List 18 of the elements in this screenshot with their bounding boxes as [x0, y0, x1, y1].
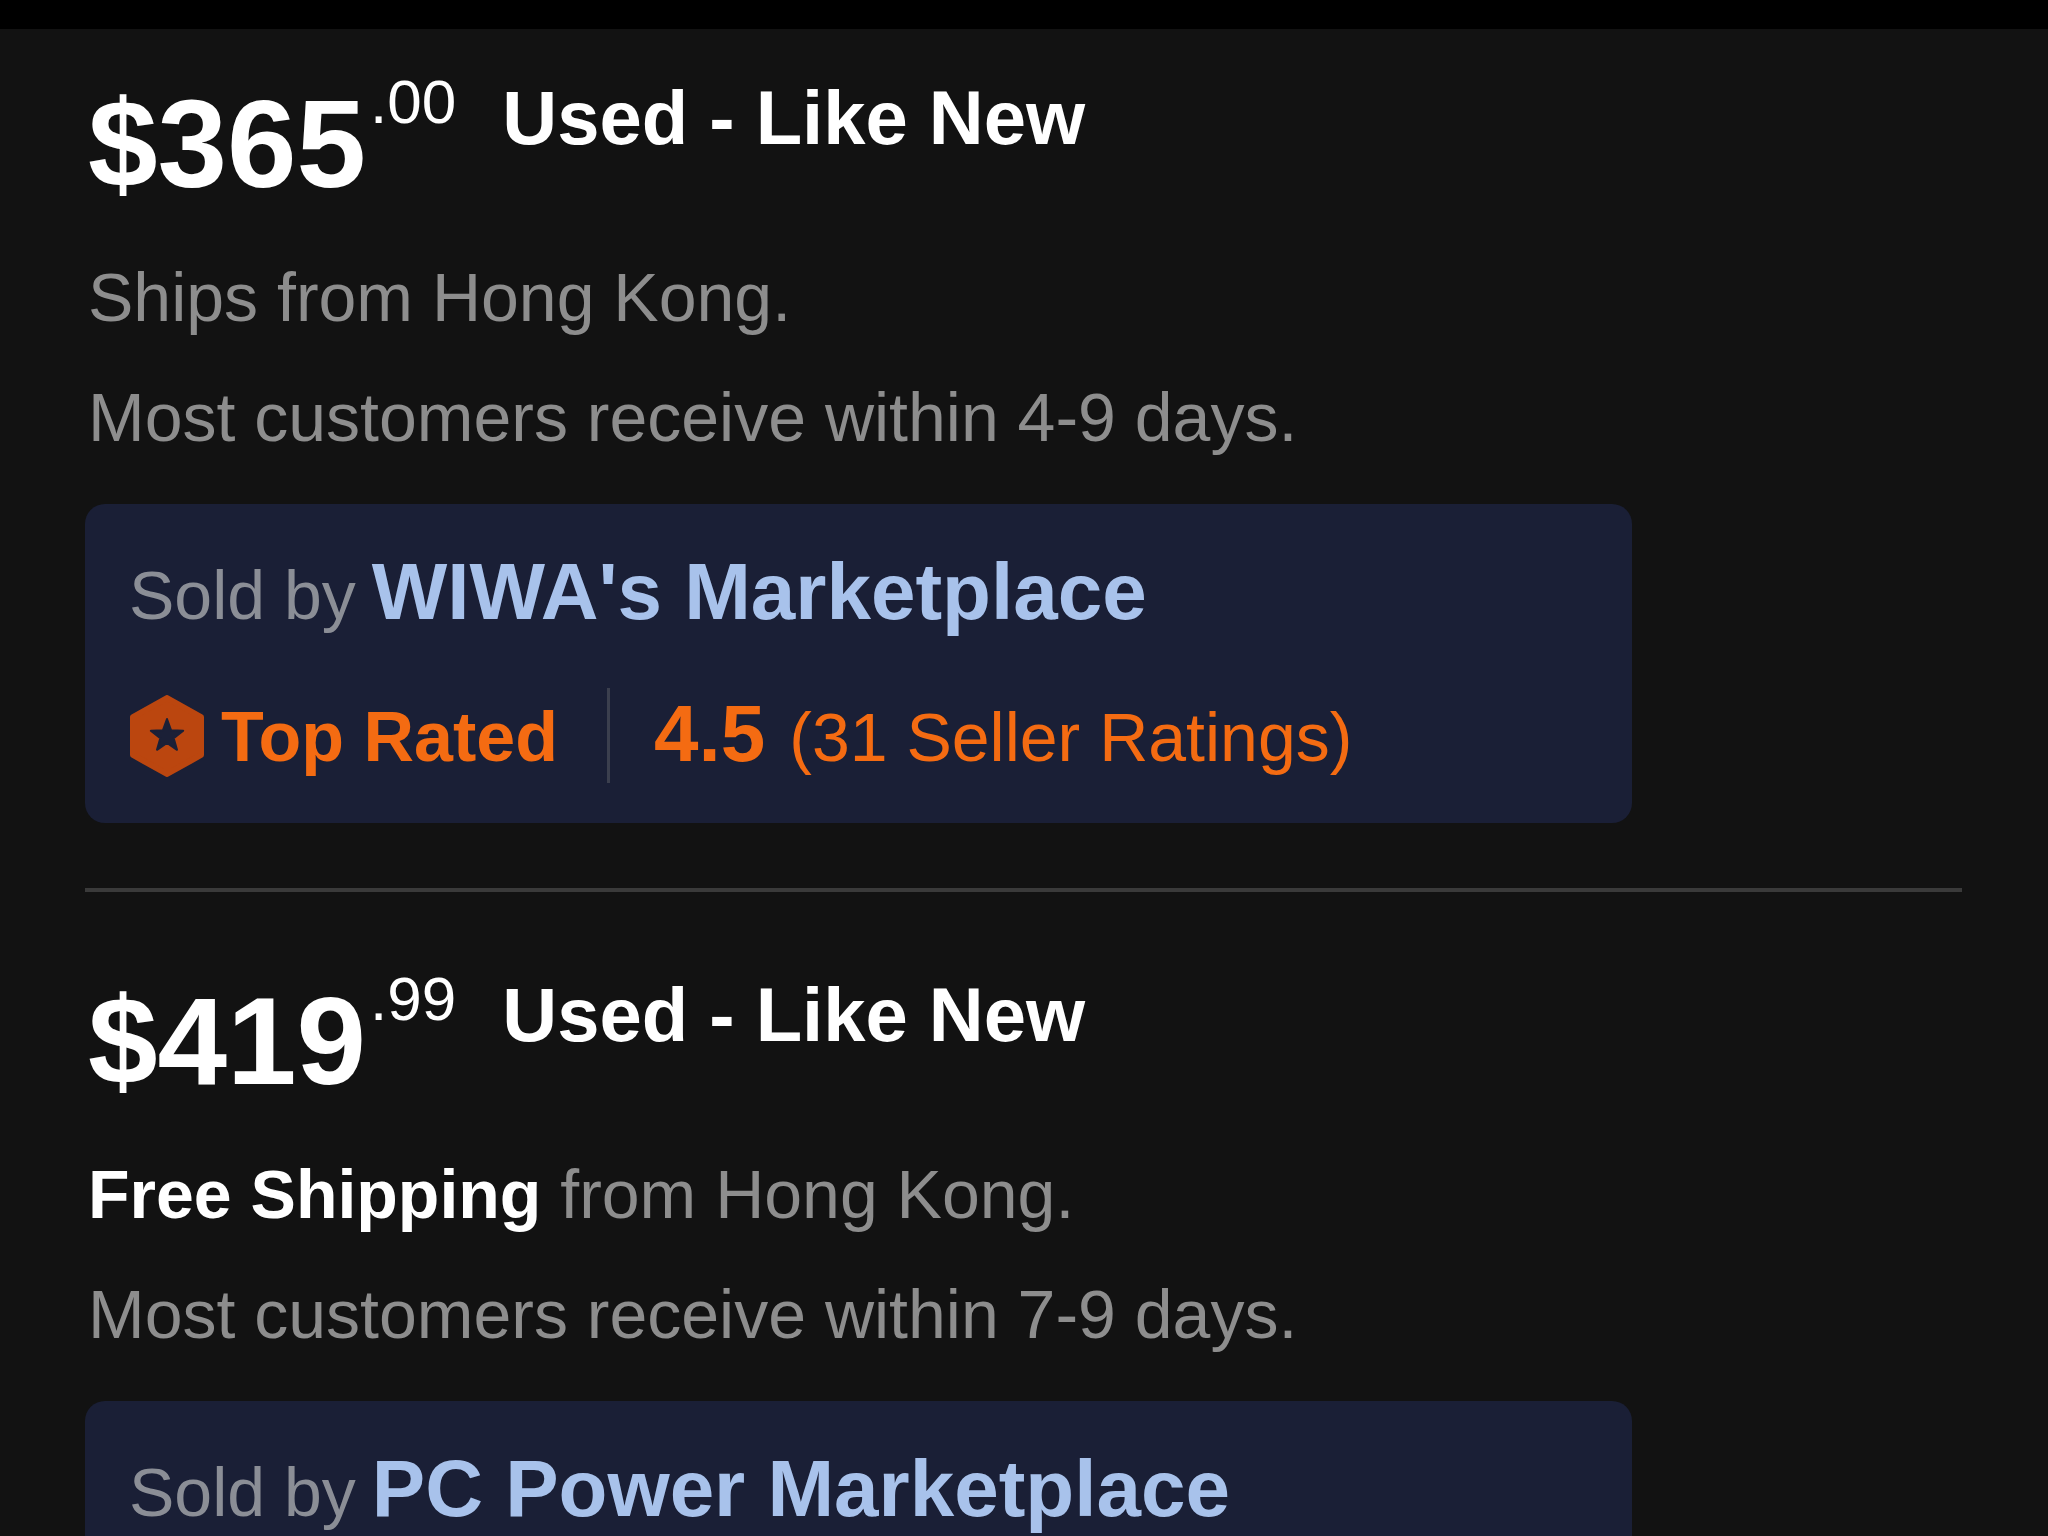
seller-name-link[interactable]: PC Power Marketplace: [371, 1445, 1230, 1533]
seller-name-link[interactable]: WIWA's Marketplace: [371, 548, 1147, 636]
sold-by-label: Sold by: [129, 1455, 356, 1530]
shipping-text: Free Shipping from Hong Kong.: [88, 1155, 1075, 1234]
price-text: $365: [88, 81, 367, 206]
delivery-text: Most customers receive within 4-9 days.: [88, 378, 1298, 457]
shipping-text: Ships from Hong Kong.: [88, 258, 792, 337]
rating-count-link[interactable]: (31 Seller Ratings): [789, 689, 1353, 785]
rating-value: 4.5: [654, 688, 766, 780]
top-rated-label: Top Rated: [221, 697, 558, 778]
price-cents: .99: [370, 968, 457, 1030]
sold-by-label: Sold by: [129, 558, 356, 633]
condition-text: Used - Like New: [502, 977, 1086, 1053]
hexagon-star-icon: [129, 694, 205, 777]
delivery-text: Most customers receive within 7-9 days.: [88, 1275, 1298, 1354]
price-cents: .00: [370, 71, 457, 133]
price-text: $419: [88, 978, 367, 1103]
condition-text: Used - Like New: [502, 80, 1086, 156]
